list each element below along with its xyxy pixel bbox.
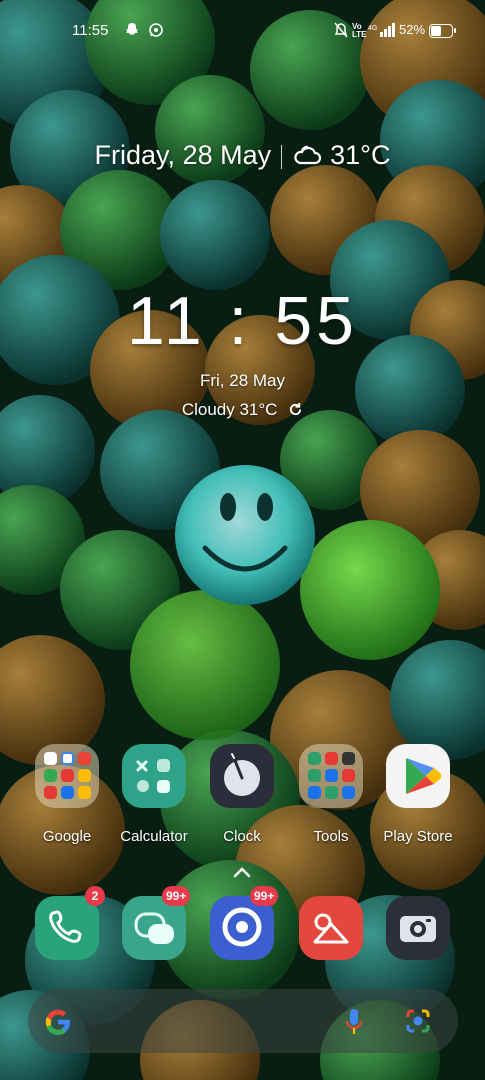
tools-folder-icon	[299, 744, 363, 808]
clock-widget-weather-text: Cloudy 31°C	[181, 400, 278, 419]
clock-widget-time[interactable]: 11 : 55	[0, 282, 485, 360]
signal-icon: 4G	[368, 22, 396, 42]
refresh-icon[interactable]	[288, 402, 303, 422]
clock-widget-weather[interactable]: Cloudy 31°C	[0, 400, 485, 422]
status-time: 11:55	[72, 22, 109, 39]
notification-badge: 99+	[250, 886, 279, 906]
app-label: Tools	[313, 828, 349, 845]
whatsapp-icon	[148, 22, 164, 42]
lens-icon[interactable]	[404, 1007, 432, 1040]
date-weather-widget[interactable]: Friday, 28 May 31°C	[0, 140, 485, 174]
app-google-folder[interactable]: Google	[22, 744, 112, 845]
google-folder-icon	[35, 744, 99, 808]
svg-text:4G: 4G	[368, 25, 377, 32]
mute-icon	[334, 22, 348, 42]
dock-camera[interactable]	[373, 896, 463, 960]
mic-icon[interactable]	[344, 1007, 364, 1042]
battery-icon	[429, 24, 456, 38]
app-tools-folder[interactable]: Tools	[286, 744, 376, 845]
phone-icon	[35, 896, 99, 960]
dock-messages[interactable]: 99+	[109, 886, 199, 960]
widget-date: Friday, 28 May	[94, 140, 272, 170]
clock-icon	[210, 744, 274, 808]
cloudy-icon	[292, 143, 322, 174]
app-clock[interactable]: Clock	[197, 744, 287, 845]
app-label: Calculator	[120, 828, 188, 845]
clock-widget-date: Fri, 28 May	[199, 371, 286, 390]
volte-icon: Vo LTE	[352, 22, 367, 39]
widget-temperature: 31°C	[330, 140, 391, 170]
camera-icon	[386, 896, 450, 960]
battery-percentage: 52%	[399, 22, 426, 37]
app-label: Play Store	[383, 828, 453, 845]
dock-phone[interactable]: 2	[22, 886, 112, 960]
notification-badge: 2	[85, 886, 105, 906]
calculator-icon	[122, 744, 186, 808]
dock-browser[interactable]: 99+	[197, 886, 287, 960]
dock-gallery[interactable]	[286, 896, 376, 960]
app-label: Google	[42, 828, 92, 845]
google-logo-icon	[42, 1006, 74, 1043]
gallery-icon	[299, 896, 363, 960]
app-label: Clock	[223, 828, 261, 845]
snapchat-icon	[124, 22, 140, 42]
app-play-store[interactable]: Play Store	[373, 744, 463, 845]
notification-badge: 99+	[162, 886, 191, 906]
play-store-icon	[386, 744, 450, 808]
app-calculator[interactable]: Calculator	[109, 744, 199, 845]
divider	[281, 144, 283, 169]
google-search-bar[interactable]	[28, 989, 458, 1053]
app-drawer-chevron-icon[interactable]	[232, 862, 252, 883]
